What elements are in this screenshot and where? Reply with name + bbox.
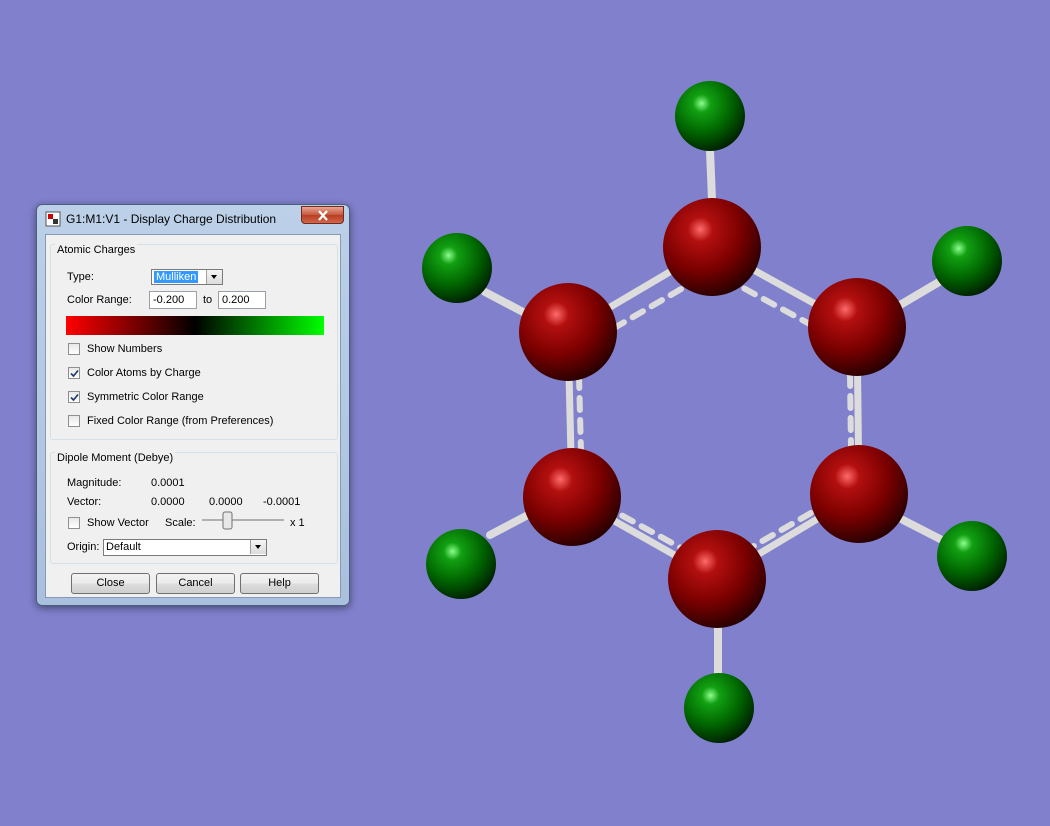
atom-c xyxy=(519,283,617,381)
title-bar[interactable]: G1:M1:V1 - Display Charge Distribution xyxy=(37,205,349,233)
checkbox-box xyxy=(68,343,80,355)
checkbox-box xyxy=(68,391,80,403)
checkbox-box xyxy=(68,367,80,379)
checkbox-label: Symmetric Color Range xyxy=(87,391,204,403)
checkbox-label: Show Vector xyxy=(87,517,149,529)
atom-h xyxy=(422,233,492,303)
checkbox-label: Fixed Color Range (from Preferences) xyxy=(87,415,274,427)
scale-value: x 1 xyxy=(290,517,305,529)
range-min-input[interactable]: -0.200 xyxy=(149,291,197,309)
scale-slider[interactable] xyxy=(200,510,286,530)
group-title: Atomic Charges xyxy=(55,244,138,256)
magnitude-label: Magnitude: xyxy=(67,477,122,489)
color-gradient-bar xyxy=(66,316,324,335)
check-icon xyxy=(70,393,79,402)
atom-c xyxy=(808,278,906,376)
origin-label: Origin: xyxy=(67,541,100,553)
check-icon xyxy=(70,369,79,378)
vector-x-value: 0.0000 xyxy=(151,496,185,508)
app-icon xyxy=(45,211,61,227)
charge-type-value: Mulliken xyxy=(154,271,199,283)
atom-h xyxy=(675,81,745,151)
origin-value: Default xyxy=(106,541,141,553)
atom-c xyxy=(668,530,766,628)
atom-c xyxy=(810,445,908,543)
checkbox-box xyxy=(68,415,80,427)
vector-y-value: 0.0000 xyxy=(209,496,243,508)
checkbox-box xyxy=(68,517,80,529)
atom-h xyxy=(426,529,496,599)
magnitude-value: 0.0001 xyxy=(151,477,185,489)
origin-select[interactable]: Default xyxy=(103,539,267,556)
type-label: Type: xyxy=(67,271,94,283)
dialog-title: G1:M1:V1 - Display Charge Distribution xyxy=(66,212,277,226)
charge-distribution-dialog: G1:M1:V1 - Display Charge Distribution A… xyxy=(36,204,350,606)
chevron-down-icon xyxy=(206,270,222,284)
cancel-button[interactable]: Cancel xyxy=(156,573,235,594)
vector-label: Vector: xyxy=(67,496,102,508)
dialog-client: Atomic Charges Type: Mulliken Color Rang… xyxy=(45,234,341,598)
atom-c xyxy=(663,198,761,296)
help-button[interactable]: Help xyxy=(240,573,319,594)
atom-c xyxy=(523,448,621,546)
slider-thumb xyxy=(222,511,233,530)
checkbox-label: Show Numbers xyxy=(87,343,163,355)
vector-z-value: -0.0001 xyxy=(263,496,301,508)
carbon-atoms xyxy=(519,198,908,628)
window-close-button[interactable] xyxy=(301,206,344,224)
chevron-down-icon xyxy=(250,540,266,554)
atom-h xyxy=(932,226,1002,296)
charge-type-select[interactable]: Mulliken xyxy=(151,269,223,285)
color-range-label: Color Range: xyxy=(67,294,132,306)
checkbox-label: Color Atoms by Charge xyxy=(87,367,201,379)
atom-h xyxy=(937,521,1007,591)
atom-h xyxy=(684,673,754,743)
range-to-label: to xyxy=(203,294,213,306)
close-icon xyxy=(318,210,328,221)
group-title: Dipole Moment (Debye) xyxy=(55,452,176,464)
range-max-input[interactable]: 0.200 xyxy=(218,291,266,309)
scale-label: Scale: xyxy=(165,517,196,529)
close-button[interactable]: Close xyxy=(71,573,150,594)
